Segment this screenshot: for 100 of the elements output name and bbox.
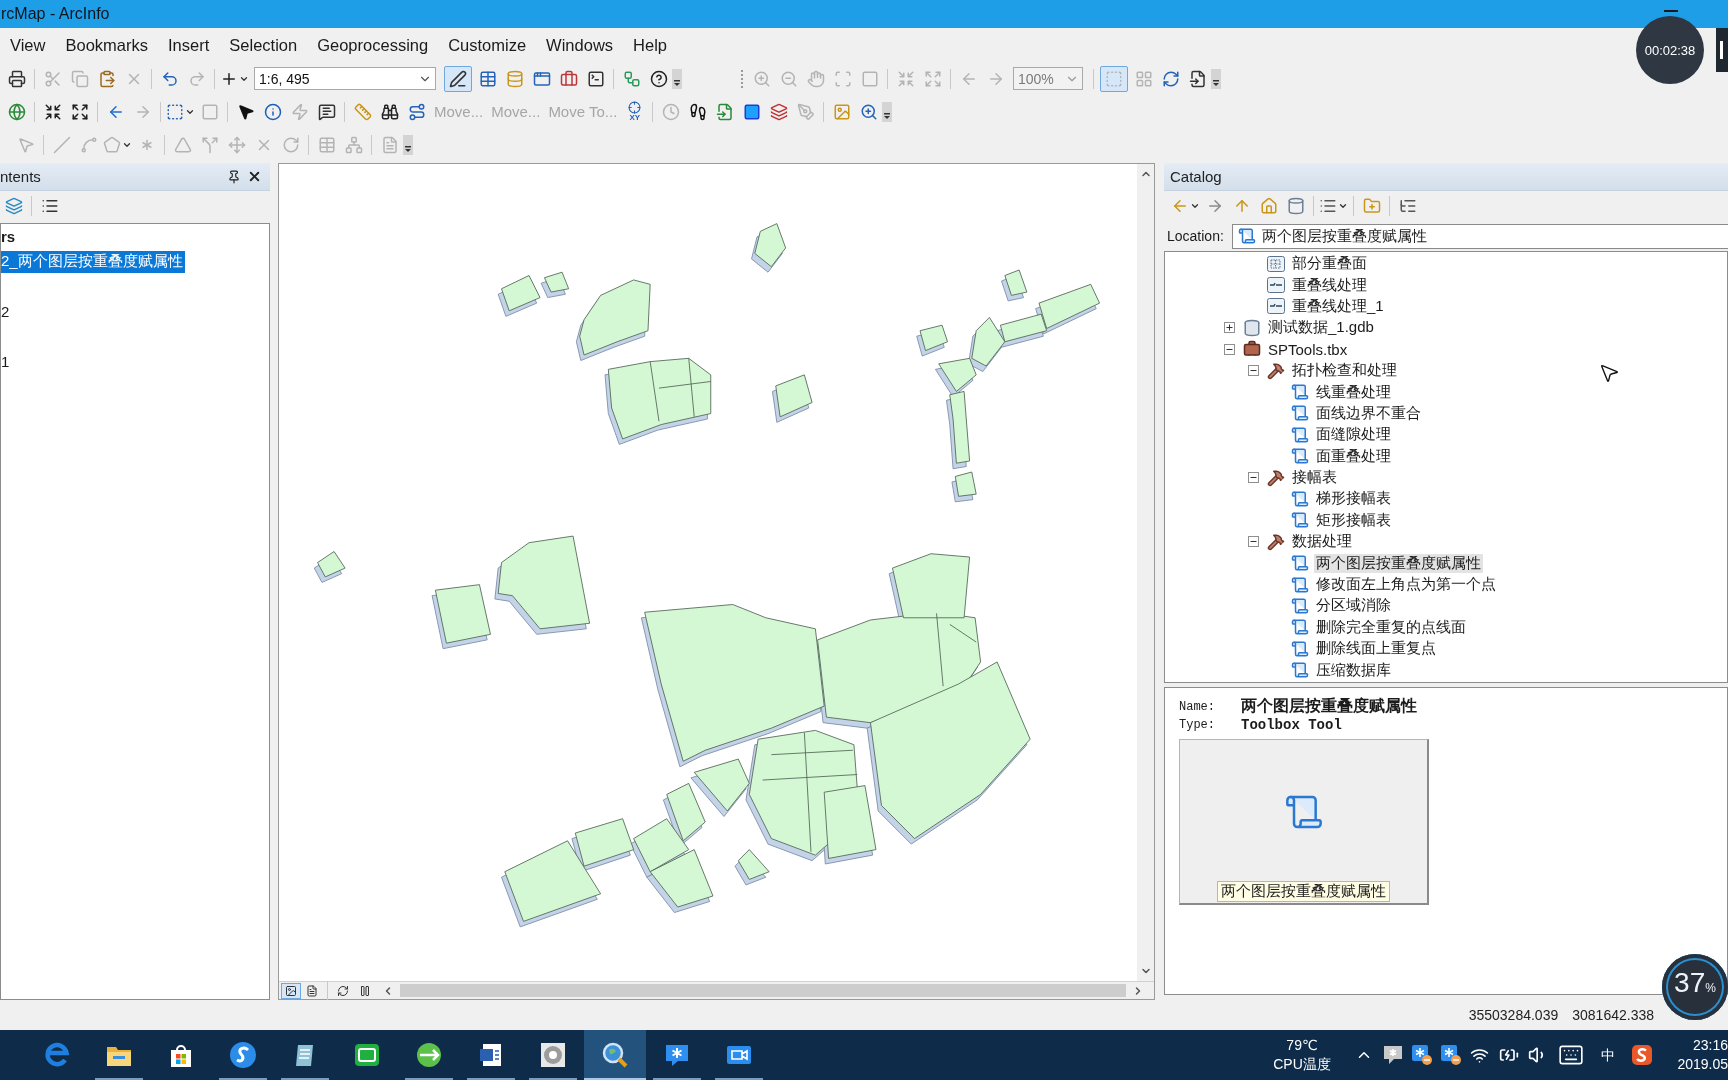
tree-item[interactable]: 分区域消除 [1314,596,1393,616]
globe-icon[interactable] [7,102,26,121]
zoom-field[interactable]: 100% [1013,67,1083,90]
footprints-icon[interactable] [688,102,707,121]
tree-item[interactable]: 删除线面上重复点 [1314,639,1438,659]
tree-item[interactable]: 数据处理 [1290,532,1354,552]
tree-item[interactable]: 梯形接幅表 [1314,489,1393,509]
tree-view-icon[interactable] [1398,197,1417,215]
tree-item[interactable]: 修改面左上角点为第一个点 [1314,575,1498,595]
undo-icon[interactable] [160,69,179,88]
message-icon[interactable] [317,102,336,121]
scale-field[interactable]: 1:6, 495 [254,67,436,90]
refresh-icon[interactable] [337,984,349,997]
import-icon[interactable] [715,102,734,121]
tree-item[interactable]: 面重叠处理 [1314,446,1393,466]
menu-item[interactable]: Selection [220,35,307,55]
menu-item[interactable]: View [1,35,55,55]
window-icon[interactable] [532,69,551,88]
cylinder-icon [1243,318,1261,337]
screen-tile-icon[interactable] [353,1041,381,1069]
printer-icon[interactable] [7,69,26,88]
refresh-icon[interactable] [1161,69,1180,88]
magnifier-globe-icon[interactable] [601,1041,629,1069]
arrows-outward-icon[interactable] [70,102,89,121]
tree-item[interactable]: 面缝隙处理 [1314,425,1393,445]
picture-icon[interactable] [285,984,297,997]
menu-item[interactable]: Help [624,35,676,55]
drag-handle-icon[interactable] [740,68,744,89]
chat-bubble-icon[interactable] [1382,1045,1403,1065]
cylinder-icon[interactable] [1286,197,1305,215]
pin-icon[interactable] [227,169,241,184]
zoom-window-icon[interactable] [859,102,878,121]
crosshair-icon[interactable] [628,101,642,114]
tree-item[interactable]: 面线边界不重合 [1314,403,1423,423]
binoculars-icon[interactable] [380,102,399,121]
menu-item[interactable]: Bookmarks [56,35,157,55]
page-icon[interactable] [306,984,318,997]
help-icon[interactable] [649,69,668,88]
app-badge-icon[interactable] [1439,1044,1462,1066]
tree-item[interactable]: 压缩数据库 [1314,660,1393,680]
location-field[interactable]: 两个图层按重叠度赋属性 [1231,223,1728,249]
minus-box-icon[interactable] [1247,536,1259,548]
menu-item[interactable]: Insert [159,35,219,55]
pause-icon[interactable] [359,984,371,997]
tree-item[interactable]: 矩形接幅表 [1314,510,1393,530]
menu-item[interactable]: Geoprocessing [308,35,438,55]
vertical-scrollbar[interactable] [1137,164,1154,981]
layer-item[interactable]: 2 [1,301,12,322]
recorder-tab-icon[interactable] [1716,28,1728,72]
close-icon[interactable] [247,169,262,184]
list-icon[interactable] [1319,197,1337,215]
briefcase-icon[interactable] [559,69,578,88]
terminal-icon[interactable] [586,69,605,88]
pencil-toggle-button[interactable] [444,65,472,92]
tree-item[interactable]: 两个图层按重叠度赋属性 [1314,553,1483,573]
taskbar-button[interactable] [584,1030,646,1080]
input-mode-label[interactable]: 中 [1601,1045,1615,1065]
tree-item[interactable]: SPTools.tbx [1266,340,1350,358]
layers-icon[interactable] [4,197,23,215]
tree-item[interactable]: 测试数据_1.gdb [1266,318,1376,338]
list-icon[interactable] [40,197,59,215]
arrows-inward-icon[interactable] [43,102,62,121]
plus-box-icon[interactable] [1223,322,1235,334]
caret-icon[interactable] [1338,201,1348,211]
info-icon[interactable] [263,102,282,121]
tree-item[interactable]: 线重叠处理 [1314,382,1393,402]
minus-box-icon[interactable] [1247,365,1259,377]
layer-item[interactable]: 1 [1,351,12,372]
tree-item[interactable]: 接幅表 [1290,468,1339,488]
view-button[interactable] [281,982,301,999]
arrow-circle-icon[interactable] [415,1041,443,1069]
menu-item[interactable]: Windows [537,35,623,55]
square-icon[interactable] [742,102,761,121]
dashed-select-icon[interactable] [166,102,184,121]
toggle-button[interactable] [1100,65,1128,92]
tree-item[interactable]: 拓扑检查和处理 [1290,361,1399,381]
scroll-icon [1291,596,1309,615]
minus-box-icon[interactable] [1247,472,1259,484]
minus-box-icon[interactable] [1223,343,1235,355]
wave-circle-icon[interactable] [229,1041,257,1069]
app-badge-icon[interactable] [1410,1044,1433,1066]
tree-item[interactable]: 部分重叠面 [1290,254,1369,274]
tree-item[interactable]: 重叠线处理 [1290,275,1369,295]
caret-icon[interactable] [1190,201,1200,211]
workflow-icon[interactable] [622,69,641,88]
layers-icon[interactable] [769,102,788,121]
scrollbar-thumb[interactable] [400,984,1126,997]
swirl-icon[interactable] [43,1041,71,1069]
file-input-icon[interactable] [1188,69,1207,88]
clipboard-icon[interactable] [97,69,116,88]
table-icon[interactable] [478,69,497,88]
route-icon[interactable] [407,102,426,121]
tree-item[interactable]: 重叠线处理_1 [1290,296,1386,316]
input-method-icon[interactable] [1631,1044,1653,1066]
pencil-line-icon[interactable] [449,69,467,88]
tree-item[interactable]: 删除完全重复的点线面 [1314,617,1468,637]
pointer-icon[interactable] [236,102,255,121]
xy-button[interactable]: XY [621,98,649,125]
menu-item[interactable]: Customize [439,35,536,55]
layer-item[interactable]: 2_两个图层按重叠度赋属性 [1,250,185,273]
